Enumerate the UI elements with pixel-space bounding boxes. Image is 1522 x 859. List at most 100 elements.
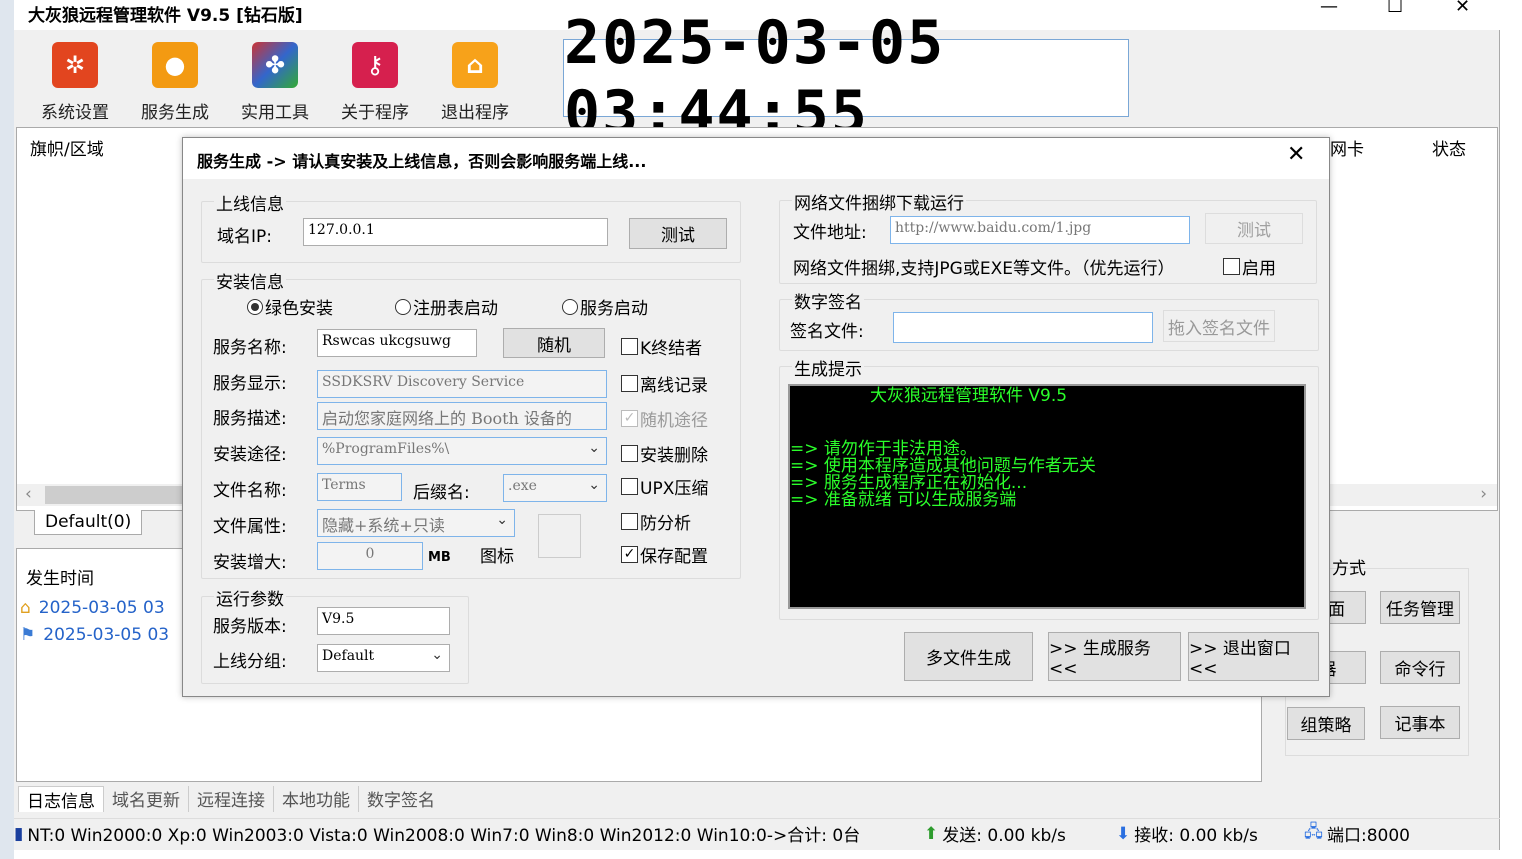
window-title: 大灰狼远程管理软件 V9.5 [钻石版] <box>28 6 303 26</box>
radio-registry-start[interactable]: 注册表启动 <box>395 294 498 319</box>
chevron-down-icon: ⌄ <box>588 440 600 456</box>
install-path-select[interactable]: %ProgramFiles%\ ⌄ <box>317 437 607 465</box>
tab-log[interactable]: 日志信息 <box>18 786 104 812</box>
checkbox-save-config[interactable]: ✓ 保存配置 <box>621 542 708 567</box>
service-display-label: 服务显示: <box>213 374 287 394</box>
multi-file-build-button[interactable]: 多文件生成 <box>904 632 1033 681</box>
clock-display: 2025-03-05 03:44:55 <box>563 8 1129 148</box>
service-display-input[interactable]: SSDKSRV Discovery Service <box>317 370 607 398</box>
tab-digital-signature[interactable]: 数字签名 <box>359 786 443 812</box>
gear-icon: ✲ <box>52 42 98 88</box>
file-name-label: 文件名称: <box>213 481 287 501</box>
install-path-value: %ProgramFiles%\ <box>322 441 450 457</box>
column-header-status[interactable]: 状态 <box>1432 135 1466 160</box>
service-description-input[interactable]: 启动您家庭网络上的 Booth 设备的 <box>317 402 607 430</box>
icon-label: 图标 <box>480 547 514 567</box>
toolbar-about[interactable]: ⚷ 关于程序 <box>330 42 420 123</box>
minimize-button[interactable]: — <box>1320 0 1338 17</box>
sign-file-input[interactable] <box>893 312 1153 343</box>
file-attr-value: 隐藏+系统+只读 <box>322 516 445 535</box>
dialog-close-button[interactable]: ✕ <box>1287 142 1305 167</box>
checkbox-label: UPX压缩 <box>640 479 709 499</box>
ip-input[interactable]: 127.0.0.1 <box>303 218 608 246</box>
toolbar-label: 退出程序 <box>441 103 509 123</box>
tab-local-functions[interactable]: 本地功能 <box>274 786 359 812</box>
grow-unit: MB <box>428 550 451 565</box>
close-button[interactable]: ✕ <box>1455 0 1470 17</box>
online-group-select[interactable]: Default ⌄ <box>317 644 450 672</box>
group-legend: 运行参数 <box>214 585 286 610</box>
exit-dialog-button[interactable]: >> 退出窗口 << <box>1188 632 1319 681</box>
service-name-label: 服务名称: <box>213 338 287 358</box>
checkbox-anti-analysis[interactable]: 防分析 <box>621 509 691 534</box>
radio-icon <box>395 298 411 315</box>
icon-preview[interactable] <box>538 514 581 558</box>
checkbox-random-path[interactable]: ✓ 随机途径 <box>621 406 708 431</box>
task-manager-button[interactable]: 任务管理 <box>1380 591 1460 624</box>
test-ip-button[interactable]: 测试 <box>629 218 727 249</box>
clover-icon: ✤ <box>252 42 298 88</box>
log-header-time: 发生时间 <box>26 569 94 589</box>
cmd-button[interactable]: 命令行 <box>1380 651 1460 684</box>
group-policy-button[interactable]: 组策略 <box>1287 707 1365 740</box>
drag-sign-file-button[interactable]: 拖入签名文件 <box>1163 310 1275 342</box>
chevron-down-icon: ⌄ <box>431 647 443 663</box>
toolbar-label: 实用工具 <box>241 103 309 123</box>
install-grow-label: 安装增大: <box>213 553 287 573</box>
file-url-input[interactable]: http://www.baidu.com/1.jpg <box>890 216 1190 244</box>
checkbox-offline-log[interactable]: 离线记录 <box>621 371 708 396</box>
toolbar-system-settings[interactable]: ✲ 系统设置 <box>30 42 120 123</box>
download-arrow-icon: ⬇ <box>1116 823 1131 844</box>
random-button[interactable]: 随机 <box>503 328 605 358</box>
maximize-button[interactable]: ☐ <box>1387 0 1403 17</box>
checkbox-install-delete[interactable]: 安装删除 <box>621 441 708 466</box>
status-bar: ▮ NT:0 Win2000:0 Xp:0 Win2003:0 Vista:0 W… <box>14 818 1500 848</box>
recv-rate: 接收: 0.00 kb/s <box>1134 826 1258 846</box>
radio-service-start[interactable]: 服务启动 <box>562 294 648 319</box>
checkbox-label: 启用 <box>1242 259 1276 279</box>
bottom-tabs: 日志信息 域名更新 远程连接 本地功能 数字签名 <box>18 786 443 812</box>
radio-green-install[interactable]: 绿色安装 <box>247 294 333 319</box>
checkbox-icon <box>621 478 638 495</box>
tab-domain-update[interactable]: 域名更新 <box>104 786 189 812</box>
service-build-dialog: 服务生成 -> 请认真安装及上线信息，否则会影响服务端上线... ✕ 上线信息 … <box>182 137 1330 697</box>
home-icon: ⌂ <box>452 42 498 88</box>
log-entry[interactable]: ⌂ 2025-03-05 03 <box>20 598 165 618</box>
service-version-input[interactable]: V9.5 <box>317 607 450 635</box>
file-name-input[interactable]: Terms <box>317 473 402 501</box>
checkbox-icon <box>1223 258 1240 275</box>
install-grow-input[interactable]: 0 <box>317 542 423 570</box>
flag-icon: ⚑ <box>20 625 36 645</box>
console-line: => 准备就绪 可以生成服务端 <box>790 490 1017 510</box>
radio-label: 绿色安装 <box>265 299 333 319</box>
toolbar-utilities[interactable]: ✤ 实用工具 <box>230 42 320 123</box>
extension-value: .exe <box>508 478 537 494</box>
checkbox-upx[interactable]: UPX压缩 <box>621 474 708 499</box>
checkbox-k-terminator[interactable]: K终结者 <box>621 334 702 359</box>
chevron-down-icon: ⌄ <box>588 477 600 493</box>
column-header-nic[interactable]: 网卡 <box>1330 135 1364 160</box>
toolbar-exit[interactable]: ⌂ 退出程序 <box>430 42 520 123</box>
checkbox-label: 保存配置 <box>640 547 708 567</box>
toolbar-label: 服务生成 <box>141 103 209 123</box>
tab-remote-connect[interactable]: 远程连接 <box>189 786 274 812</box>
file-attr-select[interactable]: 隐藏+系统+只读 ⌄ <box>317 509 515 537</box>
log-entry[interactable]: ⚑ 2025-03-05 03 <box>20 625 169 645</box>
service-name-input[interactable]: Rswcas ukcgsuwg <box>317 329 477 357</box>
group-legend: 数字签名 <box>792 288 864 313</box>
toolbar-label: 系统设置 <box>41 103 109 123</box>
checkmark-icon: ✓ <box>621 546 638 563</box>
key-icon: ⚷ <box>352 42 398 88</box>
home-icon: ⌂ <box>20 598 31 618</box>
test-url-button[interactable]: 测试 <box>1205 213 1303 244</box>
send-rate: 发送: 0.00 kb/s <box>942 826 1066 846</box>
extension-select[interactable]: .exe ⌄ <box>503 474 607 502</box>
chevron-down-icon: ⌄ <box>496 512 508 528</box>
toolbar-service-build[interactable]: ● 服务生成 <box>130 42 220 123</box>
notepad-button[interactable]: 记事本 <box>1380 706 1460 739</box>
column-header-flag[interactable]: 旗帜/区域 <box>30 135 104 160</box>
port: 端口:8000 <box>1326 826 1410 846</box>
checkbox-enable[interactable]: 启用 <box>1223 254 1276 279</box>
build-service-button[interactable]: >> 生成服务 << <box>1048 632 1181 681</box>
group-tab-default[interactable]: Default(0) <box>34 510 143 535</box>
